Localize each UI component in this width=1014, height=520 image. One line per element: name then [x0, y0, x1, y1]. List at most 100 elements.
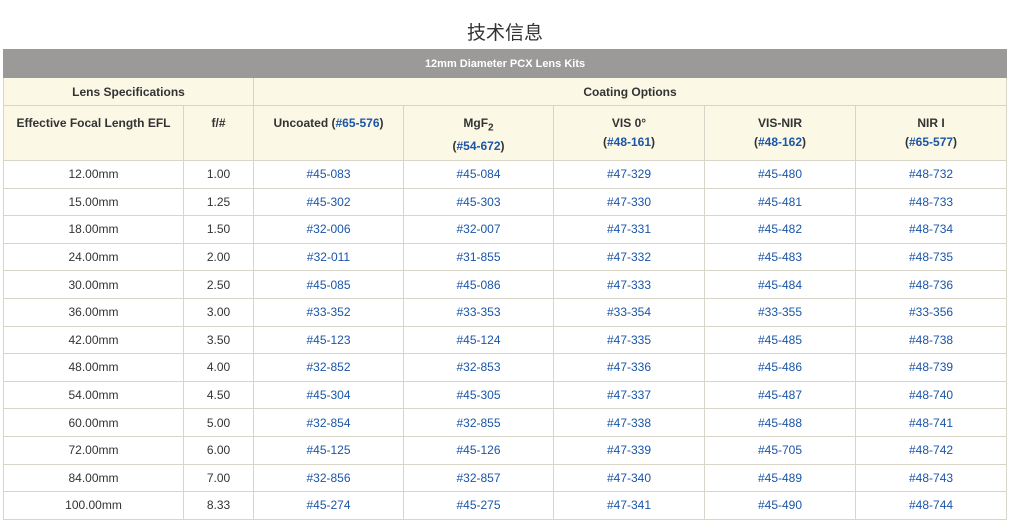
- cell-efl: 60.00mm: [3, 408, 184, 437]
- link-visnir[interactable]: #45-482: [704, 215, 856, 244]
- cell-efl: 54.00mm: [3, 380, 184, 410]
- link-nir1[interactable]: #48-734: [854, 215, 1008, 244]
- table-row: 36.00mm 3.00 #33-352 #33-353 #33-354 #33-355 #…: [3, 297, 1008, 327]
- col-visnir-label: VIS-NIR: [757, 116, 802, 130]
- link-vis0[interactable]: #47-337: [553, 380, 705, 410]
- link-uncoated[interactable]: #32-006: [253, 215, 404, 244]
- col-mgf2-link[interactable]: #54-672: [456, 139, 500, 153]
- col-header-uncoated: Uncoated (#65-576): [253, 105, 404, 161]
- link-nir1[interactable]: #48-736: [854, 270, 1008, 299]
- col-uncoated-link[interactable]: #65-576: [335, 116, 379, 130]
- link-vis0[interactable]: #47-339: [553, 435, 705, 465]
- link-visnir[interactable]: #45-487: [704, 380, 856, 410]
- link-nir1[interactable]: #33-356: [854, 297, 1008, 327]
- link-visnir[interactable]: #45-489: [704, 463, 856, 493]
- link-mgf2[interactable]: #32-853: [403, 353, 554, 382]
- link-uncoated[interactable]: #33-352: [253, 297, 404, 327]
- link-visnir[interactable]: #45-490: [704, 491, 856, 520]
- cell-efl: 84.00mm: [3, 463, 184, 493]
- link-uncoated[interactable]: #32-856: [253, 463, 404, 493]
- col-vis0-label: VIS 0°: [611, 116, 647, 130]
- link-uncoated[interactable]: #45-125: [253, 435, 404, 465]
- link-mgf2[interactable]: #45-126: [403, 435, 554, 465]
- link-mgf2[interactable]: #45-124: [403, 325, 554, 355]
- link-uncoated[interactable]: #45-304: [253, 380, 404, 410]
- link-visnir[interactable]: #45-486: [704, 353, 856, 382]
- link-mgf2[interactable]: #45-303: [403, 187, 554, 217]
- link-vis0[interactable]: #47-338: [553, 408, 705, 437]
- link-visnir[interactable]: #45-483: [704, 242, 856, 272]
- link-vis0[interactable]: #33-354: [553, 297, 705, 327]
- link-mgf2[interactable]: #32-007: [403, 215, 554, 244]
- link-visnir[interactable]: #33-355: [704, 297, 856, 327]
- link-mgf2[interactable]: #45-305: [403, 380, 554, 410]
- col-vis0-link[interactable]: #48-161: [607, 135, 651, 149]
- link-nir1[interactable]: #48-739: [854, 353, 1008, 382]
- table-row: 18.00mm 1.50 #32-006 #32-007 #47-331 #45-482 #…: [3, 215, 1008, 244]
- link-mgf2[interactable]: #31-855: [403, 242, 554, 272]
- link-visnir[interactable]: #45-705: [704, 435, 856, 465]
- link-visnir[interactable]: #45-488: [704, 408, 856, 437]
- table-caption: 12mm Diameter PCX Lens Kits: [2, 49, 1008, 78]
- link-mgf2[interactable]: #45-086: [403, 270, 554, 299]
- cell-fnum: 3.50: [183, 325, 254, 355]
- lens-kits-table: 12mm Diameter PCX Lens Kits Lens Specifi…: [2, 49, 1008, 520]
- cell-efl: 15.00mm: [3, 187, 184, 217]
- link-nir1[interactable]: #48-742: [854, 435, 1008, 465]
- link-uncoated[interactable]: #45-274: [253, 491, 404, 520]
- col-nir1-link[interactable]: #65-577: [909, 135, 953, 149]
- link-mgf2[interactable]: #33-353: [403, 297, 554, 327]
- link-nir1[interactable]: #48-738: [854, 325, 1008, 355]
- link-nir1[interactable]: #48-735: [854, 242, 1008, 272]
- table-row: 12.00mm 1.00 #45-083 #45-084 #47-329 #45-480 #…: [3, 160, 1008, 189]
- link-vis0[interactable]: #47-335: [553, 325, 705, 355]
- table-row: 48.00mm 4.00 #32-852 #32-853 #47-336 #45-486 #…: [3, 353, 1008, 382]
- cell-efl: 18.00mm: [3, 215, 184, 244]
- link-vis0[interactable]: #47-333: [553, 270, 705, 299]
- link-vis0[interactable]: #47-329: [553, 160, 705, 189]
- link-uncoated[interactable]: #45-083: [253, 160, 404, 189]
- link-visnir[interactable]: #45-484: [704, 270, 856, 299]
- link-nir1[interactable]: #48-743: [854, 463, 1008, 493]
- link-nir1[interactable]: #48-744: [854, 491, 1008, 520]
- link-uncoated[interactable]: #45-302: [253, 187, 404, 217]
- link-nir1[interactable]: #48-740: [854, 380, 1008, 410]
- table-row: 30.00mm 2.50 #45-085 #45-086 #47-333 #45-484 #…: [3, 270, 1008, 299]
- cell-efl: 12.00mm: [3, 160, 184, 189]
- col-uncoated-close: ): [379, 116, 384, 130]
- link-mgf2[interactable]: #32-857: [403, 463, 554, 493]
- cell-fnum: 4.50: [183, 380, 254, 410]
- link-vis0[interactable]: #47-340: [553, 463, 705, 493]
- link-uncoated[interactable]: #32-852: [253, 353, 404, 382]
- link-vis0[interactable]: #47-332: [553, 242, 705, 272]
- link-mgf2[interactable]: #32-855: [403, 408, 554, 437]
- table-caption-row: 12mm Diameter PCX Lens Kits: [2, 49, 1008, 78]
- link-nir1[interactable]: #48-732: [854, 160, 1008, 189]
- link-visnir[interactable]: #45-485: [704, 325, 856, 355]
- link-uncoated[interactable]: #45-123: [253, 325, 404, 355]
- col-mgf2-subscript: 2: [488, 122, 494, 134]
- table-row: 60.00mm 5.00 #32-854 #32-855 #47-338 #45-488 #…: [3, 408, 1008, 437]
- link-mgf2[interactable]: #45-275: [403, 491, 554, 520]
- link-nir1[interactable]: #48-741: [854, 408, 1008, 437]
- table-row: 15.00mm 1.25 #45-302 #45-303 #47-330 #45-481 #…: [3, 187, 1008, 217]
- col-visnir-link[interactable]: #48-162: [758, 135, 802, 149]
- col-header-visnir: VIS-NIR (#48-162): [704, 105, 856, 161]
- link-vis0[interactable]: #47-336: [553, 353, 705, 382]
- link-visnir[interactable]: #45-480: [704, 160, 856, 189]
- cell-fnum: 8.33: [183, 491, 254, 520]
- link-vis0[interactable]: #47-330: [553, 187, 705, 217]
- link-visnir[interactable]: #45-481: [704, 187, 856, 217]
- cell-efl: 48.00mm: [3, 353, 184, 382]
- cell-fnum: 2.00: [183, 242, 254, 272]
- link-vis0[interactable]: #47-331: [553, 215, 705, 244]
- link-nir1[interactable]: #48-733: [854, 187, 1008, 217]
- link-uncoated[interactable]: #32-011: [253, 242, 404, 272]
- link-mgf2[interactable]: #45-084: [403, 160, 554, 189]
- col-header-nir1: NIR I (#65-577): [854, 105, 1008, 161]
- link-uncoated[interactable]: #45-085: [253, 270, 404, 299]
- cell-efl: 100.00mm: [3, 491, 184, 520]
- link-uncoated[interactable]: #32-854: [253, 408, 404, 437]
- cell-fnum: 1.50: [183, 215, 254, 244]
- link-vis0[interactable]: #47-341: [553, 491, 705, 520]
